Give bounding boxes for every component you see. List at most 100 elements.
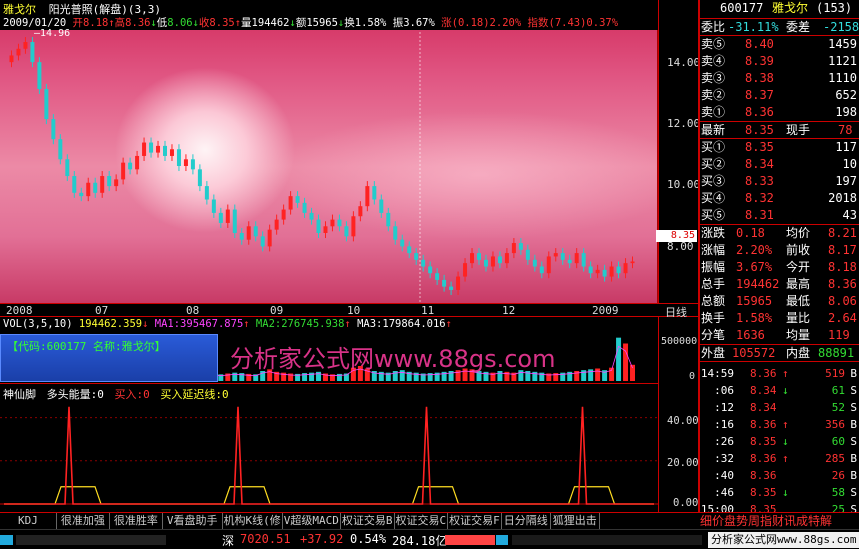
tab-indicator[interactable]: V看盘助手 <box>163 513 223 529</box>
tick-price: 8.35 <box>750 435 777 448</box>
tick-volume: 519 <box>825 367 845 380</box>
stat-row: 涨跌 0.18 均价 8.21 <box>700 225 859 242</box>
tick-side: B <box>850 418 857 431</box>
status-block <box>496 535 508 545</box>
candle-body <box>400 239 405 247</box>
stat-value: 2.20% <box>736 243 773 257</box>
sell-price: 8.38 <box>745 71 774 85</box>
candle-body <box>421 259 426 267</box>
sell-orders: 卖⑤ 8.40 1459 卖④ 8.39 1121 卖③ 8.38 1110 卖② 8.37 652 卖… <box>700 35 859 121</box>
tick-volume: 52 <box>831 401 845 414</box>
stat-row: 涨幅 2.20% 前收 8.17 <box>700 242 859 259</box>
candle-body <box>525 249 530 260</box>
tick-side: S <box>850 435 857 448</box>
ma3-value: 179864.016 <box>382 318 446 330</box>
stat-label: 总手 <box>701 277 726 291</box>
tick-side: S <box>850 401 857 414</box>
candle-body <box>539 266 544 274</box>
stat-value: 194462 <box>736 277 780 291</box>
buy-label: 买① <box>701 140 726 154</box>
tab-indicator[interactable]: 很准胜率 <box>110 513 163 529</box>
tab-indicator[interactable]: 权证交易B <box>341 513 395 529</box>
tab-indicator[interactable]: 狐狸出击 <box>551 513 600 529</box>
candle-body <box>274 219 279 230</box>
buy-price: 8.31 <box>745 208 774 222</box>
candle-body <box>442 279 447 287</box>
tab-indicator[interactable]: 日分隔线 <box>502 513 551 529</box>
price-chart-panel[interactable] <box>0 0 658 303</box>
tick-time: :46 <box>714 486 734 499</box>
tick-volume: 58 <box>831 486 845 499</box>
tab-indicator[interactable]: 权证交易F <box>448 513 502 529</box>
buy-label: 买⑤ <box>701 208 726 222</box>
turnover-label: 换 <box>344 17 355 29</box>
candle-body <box>302 202 307 213</box>
buy-label: 买入: <box>114 388 144 401</box>
tick-list[interactable]: 14:59 8.36 ↑ 519 B:06 8.34 ↓ 61 S:12 8.34 52 S:16 8.… <box>700 361 859 535</box>
tab-indicator[interactable]: 权证交易C <box>395 513 449 529</box>
candle-body <box>449 286 454 290</box>
index-name: 深 <box>222 534 235 548</box>
arrow-icon: ↑ <box>445 318 452 330</box>
tick-row: 14:59 8.36 ↑ 519 B <box>700 365 859 382</box>
time-tick: 2008 <box>6 304 33 317</box>
amplitude-label: 振 <box>392 17 404 29</box>
sell-volume: 1110 <box>828 71 857 85</box>
indicator-chart-svg <box>0 406 658 505</box>
indicator-axis: 40.00 20.00 0.00 <box>658 384 699 512</box>
tick-volume: 60 <box>831 435 845 448</box>
indicator-panel[interactable]: 神仙脚 多头能量:0 买入:0 买入延迟线:0 <box>0 384 658 512</box>
buy-row: 买② 8.34 10 <box>700 156 859 173</box>
candle-body <box>358 206 363 217</box>
arrow-icon: ↓ <box>142 318 149 330</box>
turnover-value: 1.58% <box>354 17 387 29</box>
site-link[interactable]: 分析家公式网www.88gs.com <box>708 532 859 548</box>
tab-indicator[interactable]: 很准加强 <box>57 513 110 529</box>
candle-body <box>511 243 516 254</box>
tick-price: 8.36 <box>750 367 777 380</box>
candle-body <box>86 182 91 197</box>
amount-value: 15965 <box>306 17 338 29</box>
buy-volume: 2018 <box>828 191 857 205</box>
stat-value: 0.18 <box>736 226 765 240</box>
candle-body <box>463 263 468 277</box>
candle-body <box>9 55 14 63</box>
ma1-value: 395467.875 <box>180 318 244 330</box>
tick-price: 8.36 <box>750 452 777 465</box>
volume-panel[interactable]: VOL(3,5,10) 194462.359↓ MA1:395467.875↑ … <box>0 317 658 384</box>
down-arrow-icon: ↓ <box>782 384 789 397</box>
candle-body <box>518 243 523 250</box>
time-tick: 07 <box>95 304 109 317</box>
volume-value: 194462.359 <box>78 318 143 330</box>
candle-body <box>581 253 586 267</box>
tick-row: :46 8.35 ↓ 58 S <box>700 484 859 501</box>
candle-body <box>114 179 119 187</box>
stat-value: 1.58% <box>736 311 773 325</box>
quote-tab-bar[interactable]: 细价盘势周指财讯成特解 <box>698 512 859 529</box>
high-value: 8.36 <box>125 17 151 29</box>
sell-price: 8.39 <box>745 54 774 68</box>
tick-time: :26 <box>714 435 734 448</box>
tab-indicator[interactable]: 机构K线(修 <box>223 513 283 529</box>
candle-body <box>169 149 174 156</box>
candle-body <box>372 186 377 200</box>
candle-body <box>602 269 607 277</box>
candle-body <box>379 199 384 213</box>
high-label: 高 <box>114 17 126 29</box>
buy-volume: 10 <box>842 157 857 171</box>
amplitude-value: 3.67% <box>403 17 435 29</box>
indicator-tick: 20.00 <box>667 457 699 469</box>
buy-label: 买② <box>701 157 726 171</box>
stat-value: 8.36 <box>828 277 857 291</box>
tick-volume: 285 <box>825 452 845 465</box>
tab-indicator[interactable]: V超级MACD <box>283 513 341 529</box>
sell-row: 卖③ 8.38 1110 <box>700 70 859 87</box>
stat-row: 振幅 3.67% 今开 8.18 <box>700 259 859 276</box>
tick-price: 8.36 <box>750 469 777 482</box>
latest-row: 最新 8.35 现手 78 <box>700 121 859 138</box>
tab-kdj[interactable]: KDJ <box>0 513 57 529</box>
sell-label: 卖① <box>701 105 726 119</box>
sell-price: 8.36 <box>745 105 774 119</box>
stock-count: (153) <box>816 1 853 15</box>
candle-body <box>190 159 195 170</box>
